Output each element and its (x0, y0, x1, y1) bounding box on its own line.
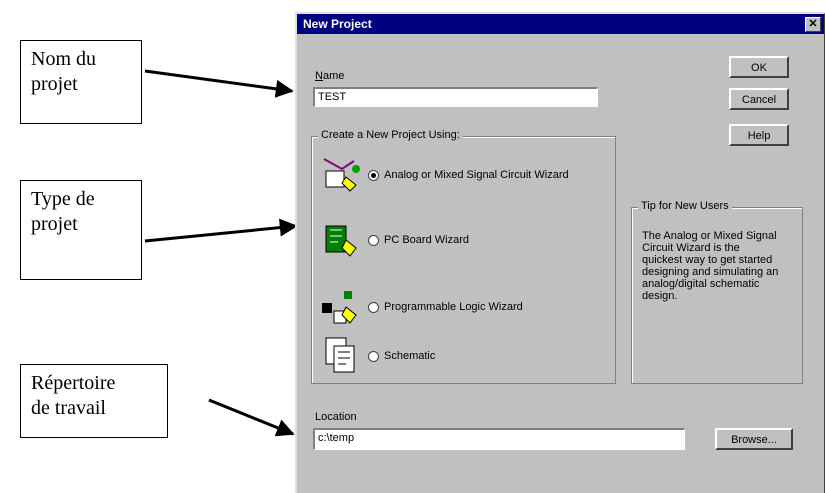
callout-line: Nom du (31, 48, 96, 70)
new-project-dialog: New Project ✕ Name TEST OK Cancel Help C… (295, 12, 825, 493)
tip-text: The Analog or Mixed Signal Circuit Wizar… (642, 230, 778, 302)
callout-work-directory: Répertoire de travail (20, 364, 168, 438)
cancel-button[interactable]: Cancel (729, 88, 789, 110)
tip-line: designing and simulating an (642, 266, 779, 278)
radio-programmable-logic[interactable] (368, 301, 379, 313)
arrow-to-project-type (144, 218, 298, 243)
radio-pc-board[interactable] (368, 234, 379, 246)
arrow-to-location-field (208, 398, 295, 437)
radio-schematic[interactable] (368, 350, 379, 362)
callout-line: de travail (31, 397, 106, 419)
callout-line: projet (31, 213, 78, 235)
project-name-field[interactable]: TEST (313, 87, 598, 107)
close-icon[interactable]: ✕ (805, 17, 821, 32)
callout-project-name: Nom du projet (20, 40, 142, 124)
option-analog-wizard[interactable]: Analog or Mixed Signal Circuit Wizard (320, 155, 569, 195)
arrow-to-name-field (144, 69, 294, 98)
tip-title: Tip for New Users (638, 200, 732, 212)
callout-line: projet (31, 73, 78, 95)
tip-line: design. (642, 290, 678, 302)
tip-line: The Analog or Mixed Signal (642, 230, 777, 242)
radio-analog[interactable] (368, 169, 379, 181)
analog-wizard-icon (323, 158, 360, 192)
help-button[interactable]: Help (729, 124, 789, 146)
dialog-title: New Project (303, 17, 372, 31)
tip-line: Circuit Wizard is the (642, 242, 740, 254)
option-schematic[interactable]: Schematic (320, 336, 435, 376)
location-field[interactable]: c:\temp (313, 428, 685, 450)
location-label: Location (315, 411, 357, 423)
option-label: PC Board Wizard (384, 234, 469, 246)
tip-line: analog/digital schematic (642, 278, 760, 290)
schematic-icon (325, 337, 355, 373)
option-programmable-logic-wizard[interactable]: Programmable Logic Wizard (320, 287, 523, 327)
pc-board-icon (325, 225, 357, 257)
ok-button[interactable]: OK (729, 56, 789, 78)
option-label: Schematic (384, 350, 436, 362)
option-label: Programmable Logic Wizard (384, 301, 523, 313)
programmable-logic-icon (322, 291, 357, 324)
callout-project-type: Type de projet (20, 180, 142, 280)
option-label: Analog or Mixed Signal Circuit Wizard (384, 169, 569, 181)
group-title: Create a New Project Using: (318, 129, 463, 141)
option-pc-board-wizard[interactable]: PC Board Wizard (320, 220, 469, 260)
dialog-titlebar: New Project ✕ (297, 14, 824, 34)
callout-line: Type de (31, 188, 95, 210)
browse-button[interactable]: Browse... (715, 428, 793, 450)
tip-line: quickest way to get started (642, 254, 773, 266)
tip-group: Tip for New Users The Analog or Mixed Si… (631, 200, 803, 384)
callout-line: Répertoire (31, 372, 116, 394)
name-label: Name (315, 70, 345, 82)
project-type-group: Create a New Project Using: Analog or Mi… (311, 129, 616, 384)
